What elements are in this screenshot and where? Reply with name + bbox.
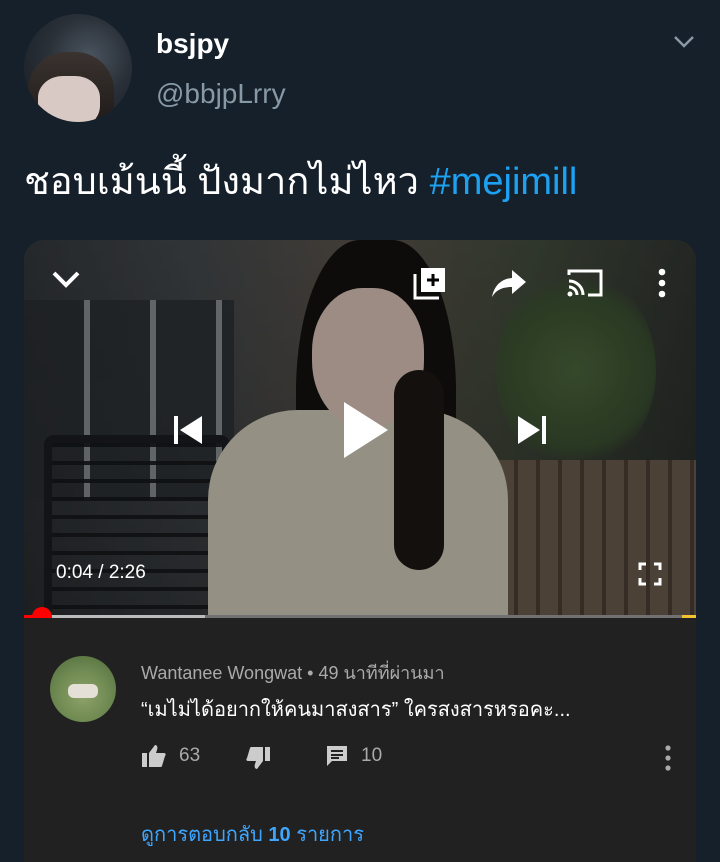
thumbs-down-icon (246, 747, 270, 769)
cast-icon[interactable] (566, 267, 604, 299)
comment-avatar[interactable] (50, 656, 116, 722)
comment-time-ago: 49 นาทีที่ผ่านมา (318, 663, 445, 683)
comment-more-icon[interactable] (664, 745, 672, 771)
comment-text: “เมไม่ได้อยากให้คนมาสงสาร” ใครสงสารหรอคะ… (141, 699, 571, 721)
comment-actions: 63 10 (141, 744, 681, 774)
reply-comment-icon (327, 746, 347, 766)
profile-avatar[interactable] (24, 14, 132, 122)
view-replies-prefix: ดูการตอบกลับ (141, 824, 263, 846)
time-separator: / (98, 562, 104, 583)
hashtag-link[interactable]: #mejimill (430, 161, 578, 203)
like-button[interactable]: 63 (141, 744, 200, 768)
view-replies-suffix: รายการ (296, 824, 364, 846)
comment-meta-separator: • (307, 663, 314, 683)
user-handle[interactable]: @bbjpLrry (156, 78, 286, 110)
youtube-embed-card: 0:04 / 2:26 Wantanee Wongwat • 49 นาทีที… (24, 240, 696, 862)
reply-count: 10 (361, 745, 383, 766)
display-name[interactable]: bsjpy (156, 28, 229, 60)
reply-button[interactable]: 10 (325, 744, 382, 768)
like-count: 63 (179, 745, 201, 766)
comment-meta: Wantanee Wongwat • 49 นาทีที่ผ่านมา (141, 658, 445, 687)
share-icon[interactable] (490, 268, 528, 298)
fullscreen-icon[interactable] (638, 562, 662, 586)
next-icon[interactable] (516, 414, 548, 446)
previous-icon[interactable] (172, 414, 204, 446)
video-player[interactable]: 0:04 / 2:26 (24, 240, 696, 618)
time-current: 0:04 (56, 562, 93, 583)
video-time: 0:04 / 2:26 (56, 562, 146, 584)
more-vert-icon[interactable] (657, 268, 667, 298)
chevron-down-icon[interactable] (672, 34, 696, 50)
add-to-playlist-icon[interactable] (412, 265, 448, 301)
avatar-face (38, 76, 100, 122)
dislike-button[interactable] (245, 746, 271, 770)
thumbs-up-icon (142, 745, 166, 767)
video-progress-bar[interactable] (24, 607, 696, 618)
collapse-chevron-icon[interactable] (50, 268, 82, 292)
comment-author-name[interactable]: Wantanee Wongwat (141, 663, 302, 683)
view-replies-count: 10 (268, 824, 291, 846)
tweet-text: ชอบเม้นนี้ ปังมากไม่ไหว #mejimill (24, 150, 577, 211)
play-icon[interactable] (340, 400, 390, 460)
view-replies-link[interactable]: ดูการตอบกลับ 10 รายการ (141, 818, 364, 850)
ad-marker (682, 615, 696, 618)
time-total: 2:26 (108, 562, 146, 583)
tweet-body: ชอบเม้นนี้ ปังมากไม่ไหว (24, 161, 420, 203)
